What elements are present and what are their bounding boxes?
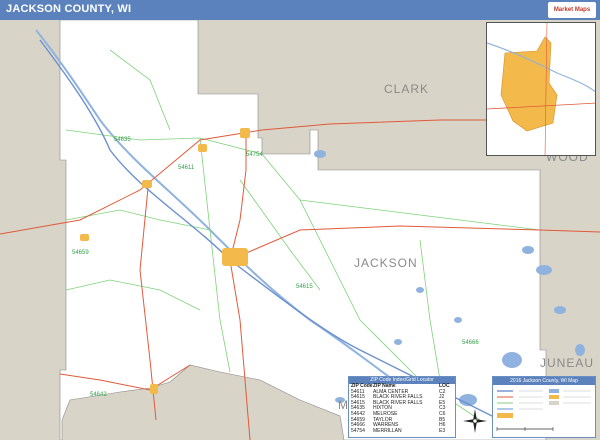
table-row: 54754 MERRILLAN E3 [349,427,455,435]
legend-symbols [496,389,591,431]
zip-label-54754: 54754 [246,152,263,158]
merrillan-city [240,128,250,138]
taylor-city [80,234,89,241]
zip-label-54611: 54611 [178,165,195,171]
loc-cell: E3 [439,427,446,434]
zip-index-table: ZIP Code Index/Grid Locator ZIP Code ZIP… [348,376,456,438]
title-bar: JACKSON COUNTY, WI Market Maps [0,0,600,20]
inset-map [486,22,596,156]
county-label-jackson: JACKSON [354,256,418,270]
zip-label-54666: 54666 [462,340,479,346]
zip-label-54659: 54659 [72,250,89,256]
legend-title: 2016 Jackson County, WI Map [493,377,595,385]
name-cell: MERRILLAN [373,427,402,434]
zip-label-54635: 54635 [114,137,131,143]
county-label-clark: CLARK [384,82,430,96]
county-label-juneau: JUNEAU [540,356,595,370]
hixton-city [198,144,207,152]
zip-label-54615: 54615 [296,284,313,290]
black-river-falls-city [222,248,248,266]
zip-cell: 54754 [351,427,365,434]
zip-label-54642: 54642 [90,392,107,398]
map-title: JACKSON COUNTY, WI [6,3,132,15]
publisher-logo: Market Maps [548,2,596,18]
alma-center-city [142,180,152,188]
map-legend: 2016 Jackson County, WI Map [492,376,596,438]
compass-rose-icon [463,409,487,433]
melrose-city [150,384,158,394]
